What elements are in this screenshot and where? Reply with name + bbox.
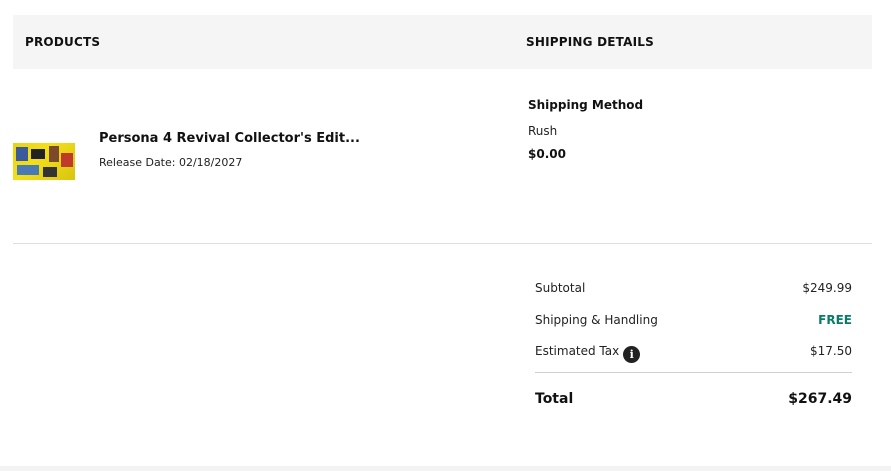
shipping-method-label: Shipping Method [528, 98, 644, 112]
estimated-tax-value: $17.50 [810, 344, 852, 358]
product-thumbnail[interactable] [13, 143, 75, 180]
products-column-header: PRODUCTS [25, 35, 101, 49]
estimated-tax-label: Estimated Tax [535, 344, 620, 358]
info-icon[interactable]: i [623, 346, 641, 363]
shipping-handling-label: Shipping & Handling [535, 313, 658, 327]
shipping-price: $0.00 [528, 147, 566, 161]
product-title-link[interactable]: Persona 4 Revival Collector's Edit... [99, 131, 360, 146]
subtotal-label: Subtotal [535, 281, 586, 295]
total-value: $267.49 [788, 391, 852, 407]
summary-divider [535, 372, 852, 373]
shipping-details-column-header: SHIPPING DETAILS [526, 35, 654, 49]
shipping-method-value: Rush [528, 124, 558, 138]
shipping-handling-value: FREE [818, 313, 852, 327]
bottom-divider [0, 466, 891, 471]
release-date: Release Date: 02/18/2027 [99, 156, 243, 169]
total-label: Total [535, 391, 574, 407]
subtotal-value: $249.99 [802, 281, 852, 295]
order-header: PRODUCTS SHIPPING DETAILS [13, 15, 872, 69]
estimated-tax-label-group: Estimated Tax i [535, 344, 641, 363]
section-divider [13, 243, 872, 244]
